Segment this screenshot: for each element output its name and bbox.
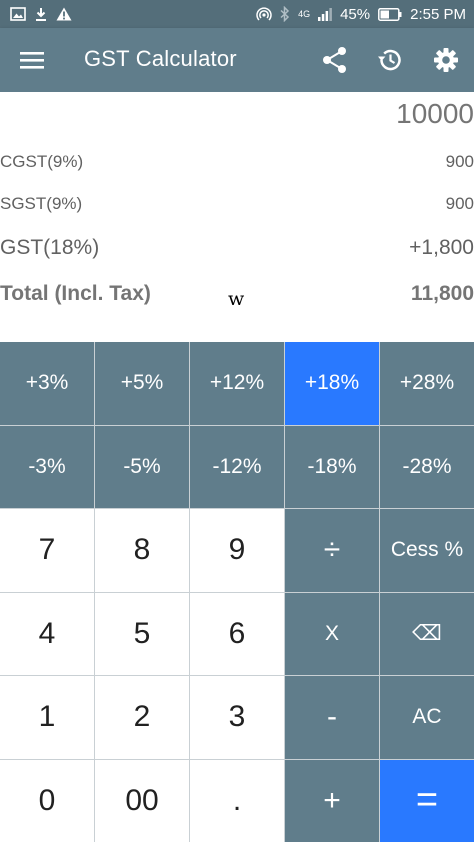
status-right: 4G 45% 2:55 PM xyxy=(256,6,466,23)
sgst-row: SGST(9%) 900 xyxy=(0,194,474,224)
signal-icon xyxy=(318,7,332,21)
history-icon[interactable] xyxy=(376,46,404,74)
equals-button[interactable]: = xyxy=(380,759,474,842)
status-bar: 4G 45% 2:55 PM xyxy=(0,0,474,28)
digit-3-button[interactable]: 3 xyxy=(190,676,284,759)
decimal-point-button[interactable]: . xyxy=(190,759,284,842)
multiply-button[interactable]: X xyxy=(285,592,379,675)
share-icon[interactable] xyxy=(322,46,350,74)
digit-5-button[interactable]: 5 xyxy=(95,592,189,675)
digit-9-button[interactable]: 9 xyxy=(190,509,284,592)
download-icon xyxy=(34,7,48,22)
minus-button[interactable]: - xyxy=(285,676,379,759)
divide-button[interactable]: ÷ xyxy=(285,509,379,592)
gst-value: +1,800 xyxy=(409,236,474,259)
digit-0-button[interactable]: 0 xyxy=(0,759,94,842)
image-notification-icon xyxy=(10,7,26,21)
add-5-percent-button[interactable]: +5% xyxy=(95,342,189,425)
bluetooth-icon xyxy=(280,6,290,22)
settings-gear-icon[interactable] xyxy=(432,46,460,74)
network-type: 4G xyxy=(298,9,311,19)
add-18-percent-button[interactable]: +18% xyxy=(285,342,379,425)
cgst-label: CGST(9%) xyxy=(0,152,84,171)
cgst-value: 900 xyxy=(445,152,474,171)
total-value: 11,800 xyxy=(410,282,474,305)
gst-label: GST(18%) xyxy=(0,236,100,259)
app-title: GST Calculator xyxy=(84,46,237,71)
backspace-button[interactable]: ⌫ xyxy=(380,592,474,675)
menu-icon[interactable] xyxy=(20,48,44,72)
battery-icon xyxy=(378,7,402,21)
result-display: 10000 CGST(9%) 900 SGST(9%) 900 GST(18%)… xyxy=(0,92,474,342)
subtract-5-percent-button[interactable]: -5% xyxy=(95,425,189,508)
digit-1-button[interactable]: 1 xyxy=(0,676,94,759)
digit-6-button[interactable]: 6 xyxy=(190,592,284,675)
digit-8-button[interactable]: 8 xyxy=(95,509,189,592)
cgst-row: CGST(9%) 900 xyxy=(0,152,474,182)
clock: 2:55 PM xyxy=(410,5,466,23)
hotspot-icon xyxy=(256,6,272,22)
subtract-3-percent-button[interactable]: -3% xyxy=(0,425,94,508)
stray-glyph: w xyxy=(228,288,245,310)
keypad: +3% +5% +12% +18% +28% -3% -5% -12% -18%… xyxy=(0,342,474,842)
add-3-percent-button[interactable]: +3% xyxy=(0,342,94,425)
all-clear-button[interactable]: AC xyxy=(380,676,474,759)
add-12-percent-button[interactable]: +12% xyxy=(190,342,284,425)
double-zero-button[interactable]: 00 xyxy=(95,759,189,842)
subtract-28-percent-button[interactable]: -28% xyxy=(380,425,474,508)
app-bar: GST Calculator xyxy=(0,28,474,92)
digit-7-button[interactable]: 7 xyxy=(0,509,94,592)
digit-2-button[interactable]: 2 xyxy=(95,676,189,759)
plus-button[interactable]: + xyxy=(285,759,379,842)
input-amount: 10000 xyxy=(396,98,474,129)
subtract-12-percent-button[interactable]: -12% xyxy=(190,425,284,508)
total-label: Total (Incl. Tax) xyxy=(0,282,151,305)
digit-4-button[interactable]: 4 xyxy=(0,592,94,675)
status-left xyxy=(10,7,72,22)
add-28-percent-button[interactable]: +28% xyxy=(380,342,474,425)
sgst-label: SGST(9%) xyxy=(0,194,83,213)
cess-button[interactable]: Cess % xyxy=(380,509,474,592)
gst-row: GST(18%) +1,800 xyxy=(0,236,474,266)
warning-icon xyxy=(56,7,72,21)
battery-percent: 45% xyxy=(340,5,371,23)
subtract-18-percent-button[interactable]: -18% xyxy=(285,425,379,508)
sgst-value: 900 xyxy=(445,194,474,213)
